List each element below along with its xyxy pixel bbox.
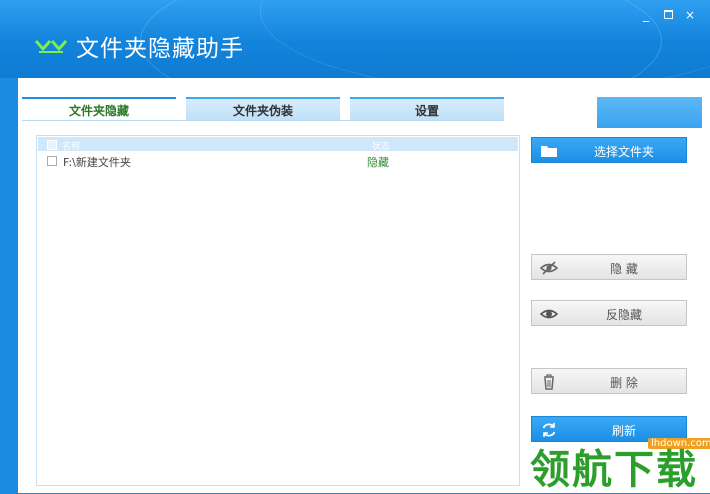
title-bar: 文件夹隐藏助手 _ × (0, 0, 710, 78)
close-button[interactable]: × (682, 8, 698, 22)
folder-path: F:\新建文件夹 (63, 156, 131, 169)
tab-folder-hide[interactable]: 文件夹隐藏 (22, 97, 176, 121)
main-panel: 文件夹隐藏 文件夹伪装 设置 名称 状态 F:\新建文件夹 隐藏 选择文件夹 隐… (18, 78, 710, 493)
column-header-name[interactable]: 名称 (62, 139, 80, 152)
list-header: 名称 状态 (38, 137, 518, 152)
folder-status: 隐藏 (367, 156, 389, 169)
refresh-label: 刷新 (611, 424, 636, 438)
unhide-button[interactable]: 反隐藏 (531, 300, 687, 326)
hide-button[interactable]: 隐 藏 (531, 254, 687, 280)
maximize-icon (663, 10, 673, 19)
maximize-button[interactable] (660, 8, 676, 22)
tab-divider (22, 120, 504, 121)
side-header-decoration (597, 97, 702, 128)
select-folder-label: 选择文件夹 (593, 145, 654, 159)
delete-label: 删 除 (610, 376, 638, 390)
trash-icon (544, 374, 554, 390)
minimize-button[interactable]: _ (638, 8, 654, 22)
refresh-icon (542, 423, 556, 437)
list-item[interactable]: F:\新建文件夹 隐藏 (38, 153, 518, 169)
unhide-label: 反隐藏 (605, 308, 642, 322)
delete-button[interactable]: 删 除 (531, 368, 687, 394)
app-title: 文件夹隐藏助手 (76, 36, 244, 62)
folder-icon (541, 146, 557, 157)
eye-slash-icon (540, 261, 558, 275)
row-checkbox[interactable] (47, 156, 57, 166)
tab-bar: 文件夹隐藏 文件夹伪装 设置 (22, 97, 508, 121)
logo-icon (34, 40, 68, 53)
hide-label: 隐 藏 (610, 262, 638, 276)
folder-list[interactable]: 名称 状态 F:\新建文件夹 隐藏 (36, 135, 520, 486)
eye-icon (540, 309, 558, 319)
watermark-text: 领航下载 (530, 447, 698, 493)
select-folder-button[interactable]: 选择文件夹 (531, 137, 687, 163)
select-all-checkbox[interactable] (47, 140, 57, 150)
tab-settings[interactable]: 设置 (350, 97, 504, 121)
column-header-status[interactable]: 状态 (372, 139, 390, 152)
tab-folder-disguise[interactable]: 文件夹伪装 (186, 97, 340, 121)
